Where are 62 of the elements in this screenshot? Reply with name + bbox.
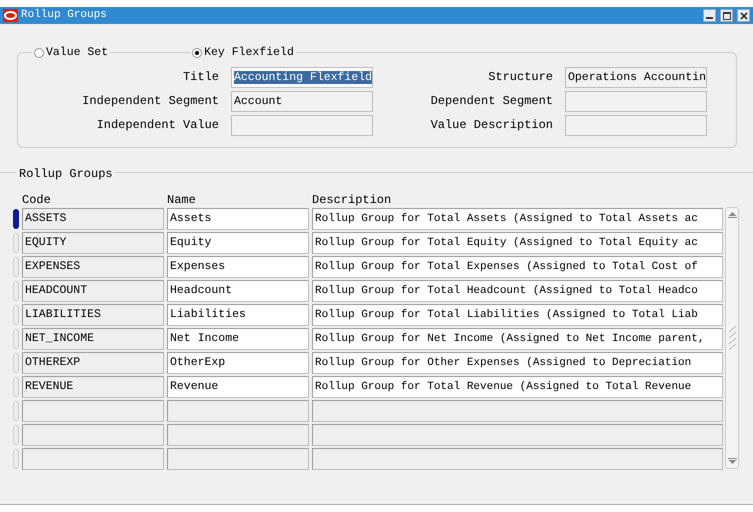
field-label: Structure [487,69,553,86]
table-cell[interactable]: OTHEREXP [22,352,164,374]
scroll-grip-icon [728,326,736,350]
table-cell[interactable]: Rollup Group for Total Revenue (Assigned to Total Revenue [312,376,723,398]
table-cell[interactable]: Expenses [167,256,309,278]
field-label: Value Description [430,117,553,134]
field-label: Independent Value [96,117,219,134]
column-header: Code [22,193,52,207]
table-cell[interactable]: Rollup Group for Other Expenses (Assigned to Depreciation [312,352,723,374]
table-cell[interactable]: Equity [167,232,309,254]
column-header: Name [167,193,197,207]
app-logo-icon [3,9,18,22]
table-cell[interactable]: Revenue [167,376,309,398]
scroll-up-icon[interactable] [728,211,736,218]
input-field[interactable] [565,114,707,136]
close-button[interactable] [737,9,750,22]
window-title: Rollup Groups [21,8,107,24]
table-cell[interactable]: Liabilities [167,304,309,326]
table-cell[interactable] [167,448,309,470]
table-cell[interactable] [312,448,723,470]
table-cell[interactable]: HEADCOUNT [22,280,164,302]
input-field[interactable] [231,114,373,136]
table-cell[interactable]: Rollup Group for Total Equity (Assigned to Total Equity ac [312,232,723,254]
table-cell[interactable]: Net Income [167,328,309,350]
close-icon[interactable] [740,12,748,20]
table-cell[interactable] [312,400,723,422]
table-cell[interactable]: Assets [167,208,309,230]
table-cell[interactable]: NET_INCOME [22,328,164,350]
table-cell[interactable]: ASSETS [22,208,164,230]
table-cell[interactable] [167,424,309,446]
table-cell[interactable]: Rollup Group for Total Liabilities (Assigned to Total Liab [312,304,723,326]
minimize-button[interactable] [703,9,716,22]
radio-icon[interactable] [192,48,202,58]
table-cell[interactable]: Rollup Group for Total Headcount (Assigned to Total Headco [312,280,723,302]
table-cell[interactable]: EXPENSES [22,256,164,278]
table-cell[interactable]: Rollup Group for Total Assets (Assigned to Total Assets ac [312,208,723,230]
table-cell[interactable] [22,424,164,446]
scrollbar[interactable] [725,207,739,469]
table-cell[interactable] [22,400,164,422]
table-cell[interactable]: Rollup Group for Total Expenses (Assigned to Total Cost of [312,256,723,278]
input-field[interactable]: Account [231,90,373,112]
table-cell[interactable] [312,424,723,446]
table-cell[interactable] [22,448,164,470]
table-cell[interactable]: REVENUE [22,376,164,398]
scroll-down-icon[interactable] [728,458,736,465]
input-field[interactable]: Accounting Flexfield [231,66,373,88]
radio-icon[interactable] [34,48,44,58]
table-cell[interactable]: LIABILITIES [22,304,164,326]
table-cell[interactable]: EQUITY [22,232,164,254]
column-header: Description [312,193,392,207]
table-cell[interactable]: Rollup Group for Net Income (Assigned to Net Income parent, [312,328,723,350]
field-label: Dependent Segment [430,93,553,110]
field-label: Title [182,69,219,86]
maximize-icon[interactable] [722,12,730,20]
input-field[interactable] [565,90,707,112]
maximize-button[interactable] [720,9,733,22]
table-cell[interactable] [167,400,309,422]
table-cell[interactable]: Headcount [167,280,309,302]
input-field[interactable]: Operations Accountin [565,66,707,88]
row-indicator[interactable] [13,209,19,229]
table-cell[interactable]: OtherExp [167,352,309,374]
field-label: Independent Segment [81,93,219,110]
